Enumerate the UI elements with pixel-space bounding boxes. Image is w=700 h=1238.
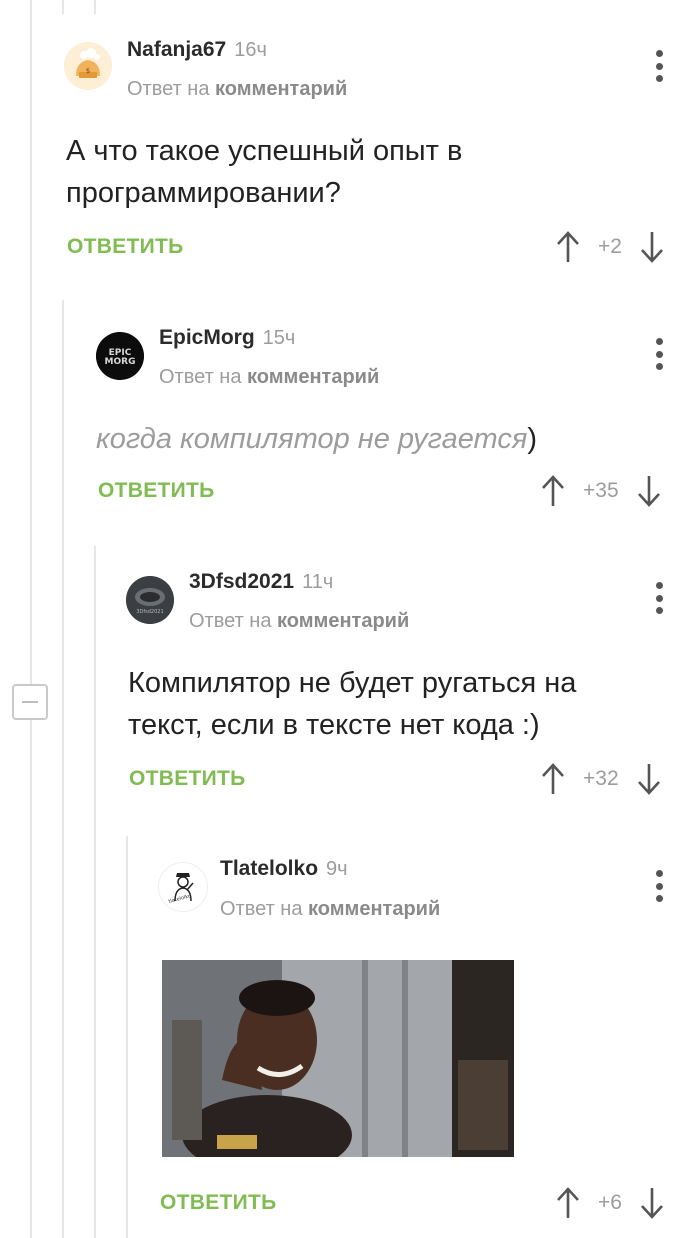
svg-text:$: $ (86, 67, 90, 75)
thread-line (94, 546, 96, 1238)
reply-button[interactable]: ОТВЕТИТЬ (67, 235, 184, 259)
comment-time: 16ч (234, 39, 267, 61)
comment-time: 9ч (326, 858, 348, 880)
comment-text: А что такое успешный опыт в программиров… (66, 135, 463, 209)
collapse-minus-icon (22, 701, 38, 703)
reply-to: Ответ на комментарий (127, 78, 347, 101)
reply-prefix: Ответ на (220, 898, 303, 920)
upvote-arrow-icon[interactable] (541, 762, 565, 796)
comment-author[interactable]: Tlatelolko 9ч (220, 857, 348, 881)
reply-to-link[interactable]: комментарий (247, 366, 379, 388)
reply-prefix: Ответ на (159, 366, 242, 388)
kebab-menu-icon[interactable] (655, 338, 663, 370)
reply-button[interactable]: ОТВЕТИТЬ (160, 1191, 277, 1215)
author-name[interactable]: EpicMorg (159, 326, 255, 349)
comment-author[interactable]: 3Dfsd2021 11ч (189, 570, 333, 594)
upvote-arrow-icon[interactable] (541, 474, 565, 508)
downvote-arrow-icon[interactable] (637, 474, 661, 508)
author-name[interactable]: Tlatelolko (220, 857, 318, 880)
downvote-arrow-icon[interactable] (640, 230, 664, 264)
kebab-menu-icon[interactable] (655, 870, 663, 902)
comment-time: 11ч (302, 571, 334, 593)
reply-button[interactable]: ОТВЕТИТЬ (98, 479, 215, 503)
reply-to-link[interactable]: комментарий (215, 78, 347, 100)
kebab-menu-icon[interactable] (655, 50, 663, 82)
reply-to: Ответ на комментарий (220, 898, 440, 921)
reply-button[interactable]: ОТВЕТИТЬ (129, 767, 246, 791)
avatar[interactable]: EPIC MORG (96, 332, 144, 380)
reply-prefix: Ответ на (189, 610, 272, 632)
comment-text-italic: когда компилятор не ругается (96, 423, 528, 455)
thread-line (62, 300, 64, 1238)
upvote-arrow-icon[interactable] (556, 230, 580, 264)
avatar[interactable]: $ (64, 42, 112, 90)
upvote-arrow-icon[interactable] (556, 1186, 580, 1220)
collapse-thread-button[interactable] (12, 684, 48, 720)
comment-score: +6 (598, 1191, 622, 1214)
thread-line (62, 0, 64, 14)
comment-text-tail: ) (527, 423, 538, 455)
reply-to-link[interactable]: комментарий (308, 898, 440, 920)
vote-controls: +2 (556, 230, 664, 264)
thread-line (30, 0, 32, 1238)
kebab-menu-icon[interactable] (655, 582, 663, 614)
downvote-arrow-icon[interactable] (640, 1186, 664, 1220)
avatar[interactable]: 3Dfsd2021 (126, 576, 174, 624)
vote-controls: +35 (541, 474, 661, 508)
thread-line (126, 836, 128, 1238)
comment-time: 15ч (262, 327, 296, 349)
downvote-arrow-icon[interactable] (637, 762, 661, 796)
comment-text: когда компилятор не ругается) (96, 418, 656, 460)
reply-to-link[interactable]: комментарий (277, 610, 409, 632)
comment-score: +32 (583, 767, 619, 790)
reply-to: Ответ на комментарий (189, 610, 409, 633)
comment-author[interactable]: Nafanja67 16ч (127, 38, 267, 62)
vote-controls: +6 (556, 1186, 664, 1220)
vote-controls: +32 (541, 762, 661, 796)
svg-text:3Dfsd2021: 3Dfsd2021 (136, 609, 163, 615)
comment-score: +2 (598, 235, 622, 258)
reply-prefix: Ответ на (127, 78, 210, 100)
comment-text: Компилятор не будет ругаться на текст, е… (128, 667, 577, 741)
avatar[interactable]: tlatelolko (158, 862, 208, 912)
thread-line (94, 0, 96, 14)
author-name[interactable]: 3Dfsd2021 (189, 570, 294, 593)
comment-author[interactable]: EpicMorg 15ч (159, 326, 295, 350)
svg-text:MORG: MORG (105, 357, 136, 367)
comment-score: +35 (583, 479, 619, 502)
reply-to: Ответ на комментарий (159, 366, 379, 389)
author-name[interactable]: Nafanja67 (127, 38, 226, 61)
comment-image[interactable] (162, 960, 514, 1157)
